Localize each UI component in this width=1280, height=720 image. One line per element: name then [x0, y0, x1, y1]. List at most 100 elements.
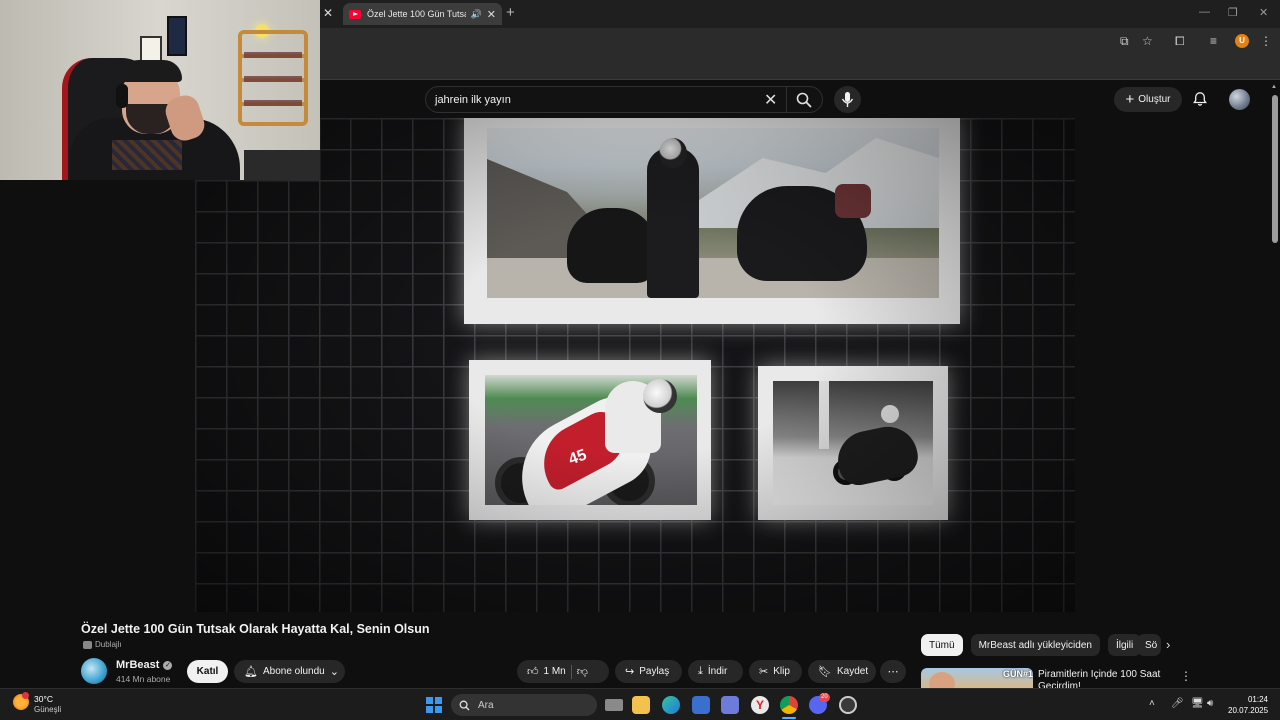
- channel-name-row[interactable]: MrBeast ✓: [116, 659, 173, 671]
- notifications-bell-icon[interactable]: [1192, 91, 1208, 107]
- tray-volume-icon[interactable]: 🔊︎: [1207, 698, 1213, 709]
- clip-button[interactable]: ✂ Klip: [749, 660, 802, 683]
- tray-expand-icon[interactable]: ˄: [1149, 698, 1155, 709]
- photo-mountain-riders: [464, 118, 960, 324]
- photo-bw-rider: [758, 366, 948, 520]
- recommendation-more-icon[interactable]: ⋮: [1180, 669, 1192, 683]
- related-chips: Tümü MrBeast adlı yükleyiciden İlgili: [921, 634, 1142, 656]
- cast-icon[interactable]: ⧉: [1120, 34, 1129, 48]
- app-icon[interactable]: [721, 696, 739, 714]
- search-input[interactable]: jahrein ilk yayın: [435, 94, 511, 106]
- channel-name[interactable]: MrBeast: [116, 659, 159, 671]
- clock-time: 01:24: [1247, 695, 1268, 704]
- recommendation-title[interactable]: Piramitlerin İçinde 100 Saat Geçirdim!: [1038, 669, 1168, 688]
- share-icon: ↪: [625, 666, 635, 678]
- chip-from-uploader[interactable]: MrBeast adlı yükleyiciden: [970, 634, 1100, 656]
- search-divider: [786, 87, 787, 112]
- minimize-icon[interactable]: —: [1199, 6, 1210, 18]
- bookmark-star-icon[interactable]: ☆: [1142, 34, 1153, 48]
- new-tab-button[interactable]: +: [506, 4, 515, 21]
- join-button[interactable]: Katıl: [187, 660, 228, 683]
- window-close-icon[interactable]: ✕: [1259, 6, 1268, 19]
- search-box[interactable]: jahrein ilk yayın ✕: [425, 86, 823, 113]
- weather-temperature[interactable]: 30°C: [34, 694, 53, 704]
- wall-poster: [167, 16, 187, 56]
- dislike-icon[interactable]: 👎︎: [577, 665, 588, 678]
- taskbar-search[interactable]: Ara: [451, 694, 597, 716]
- video-title: Özel Jette 100 Gün Tutsak Olarak Hayatta…: [81, 622, 430, 636]
- maximize-icon[interactable]: ❐: [1228, 6, 1238, 19]
- edge-icon[interactable]: [662, 696, 680, 714]
- microphone-icon: [841, 92, 854, 107]
- discord-badge: 20: [819, 693, 830, 702]
- account-avatar[interactable]: [1229, 89, 1250, 110]
- dubbed-icon: [83, 640, 92, 649]
- plus-icon: +: [1125, 90, 1135, 108]
- file-explorer-icon[interactable]: [632, 696, 650, 714]
- tray-network-icon[interactable]: 🖥︎: [1191, 698, 1204, 709]
- video-player[interactable]: 45: [195, 118, 1075, 612]
- bell-icon: 🔔︎: [244, 666, 258, 678]
- reading-list-icon[interactable]: ≡: [1210, 34, 1217, 48]
- browser-profile-avatar[interactable]: U: [1235, 34, 1249, 48]
- chips-next-icon[interactable]: ›: [1166, 637, 1170, 652]
- subscribed-button[interactable]: 🔔︎ Abone olundu ⌄: [234, 660, 345, 683]
- save-button[interactable]: 🔖︎ Kaydet: [808, 660, 876, 683]
- windows-taskbar: 30°C Güneşli Ara Y 20 ˄ 🎤︎ 🖥︎ 🔊︎ 01:24 2…: [0, 688, 1280, 720]
- create-label: Oluştur: [1138, 94, 1171, 105]
- system-clock[interactable]: 01:24 20.07.2025: [1228, 694, 1268, 716]
- chip-all[interactable]: Tümü: [921, 634, 963, 656]
- yandex-icon[interactable]: Y: [751, 696, 769, 714]
- photo-race-bike: 45: [469, 360, 711, 520]
- taskbar-search-icon: [459, 700, 470, 710]
- chrome-icon[interactable]: [780, 696, 798, 714]
- like-divider: [570, 664, 572, 679]
- recommendation-thumbnail[interactable]: GÜN#1: [921, 668, 1033, 688]
- more-actions-button[interactable]: ⋯: [880, 660, 906, 683]
- store-icon[interactable]: [692, 696, 710, 714]
- more-horizontal-icon: ⋯: [887, 666, 899, 678]
- tab-youtube-video[interactable]: Özel Jette 100 Gün Tutsak O 🔊 ✕: [343, 3, 502, 25]
- subscribed-label: Abone olundu: [262, 666, 325, 677]
- speaker-icon[interactable]: 🔊: [471, 9, 482, 20]
- taskbar-search-placeholder: Ara: [478, 699, 494, 711]
- verified-check-icon: ✓: [163, 660, 173, 670]
- like-count[interactable]: 1 Mn: [544, 666, 566, 677]
- recommendation-badge: GÜN#1: [1003, 669, 1033, 679]
- steam-icon[interactable]: [839, 696, 857, 714]
- tab-title: Özel Jette 100 Gün Tutsak O: [367, 9, 466, 19]
- dubbed-label: Dublajlı: [95, 640, 122, 649]
- like-icon[interactable]: 👍︎: [527, 665, 539, 678]
- address-bar: ⧉ ☆ ⧠ ≡ U ⋮: [320, 28, 1280, 56]
- create-button[interactable]: + Oluştur: [1114, 87, 1182, 112]
- clear-search-icon[interactable]: ✕: [764, 90, 777, 110]
- download-button[interactable]: ⤓ İndir: [688, 660, 743, 683]
- channel-avatar[interactable]: [81, 658, 107, 684]
- clip-label: Klip: [773, 666, 790, 677]
- browser-menu-icon[interactable]: ⋮: [1260, 34, 1272, 48]
- headset: [116, 84, 128, 108]
- start-button[interactable]: [426, 697, 442, 713]
- tab-close-icon[interactable]: ✕: [487, 8, 496, 21]
- wall-frame: [140, 36, 162, 62]
- share-button[interactable]: ↪ Paylaş: [615, 660, 682, 683]
- task-view-icon[interactable]: [605, 699, 623, 711]
- scrollbar-thumb[interactable]: [1272, 95, 1278, 243]
- search-icon[interactable]: [795, 91, 813, 109]
- scroll-up-icon[interactable]: ▲: [1271, 84, 1277, 90]
- dubbed-badge: Dublajlı: [83, 640, 122, 649]
- subscriber-count: 414 Mn abone: [116, 674, 171, 684]
- chip-partial[interactable]: Sö: [1137, 634, 1161, 656]
- extensions-icon[interactable]: ⧠: [1175, 34, 1185, 48]
- weather-description[interactable]: Güneşli: [34, 705, 61, 714]
- tray-mic-icon[interactable]: 🎤︎: [1171, 698, 1184, 709]
- download-label: İndir: [707, 666, 728, 677]
- webcam-overlay: [0, 0, 320, 180]
- like-dislike-group: 👍︎ 1 Mn 👎︎: [517, 660, 609, 683]
- prev-tab-close-icon[interactable]: ✕: [323, 6, 333, 20]
- chrome-active-indicator: [782, 717, 796, 719]
- bookmarks-bar: [320, 56, 1280, 80]
- chevron-down-icon: ⌄: [329, 666, 339, 678]
- youtube-favicon-icon: [349, 9, 361, 19]
- voice-search-button[interactable]: [834, 86, 861, 113]
